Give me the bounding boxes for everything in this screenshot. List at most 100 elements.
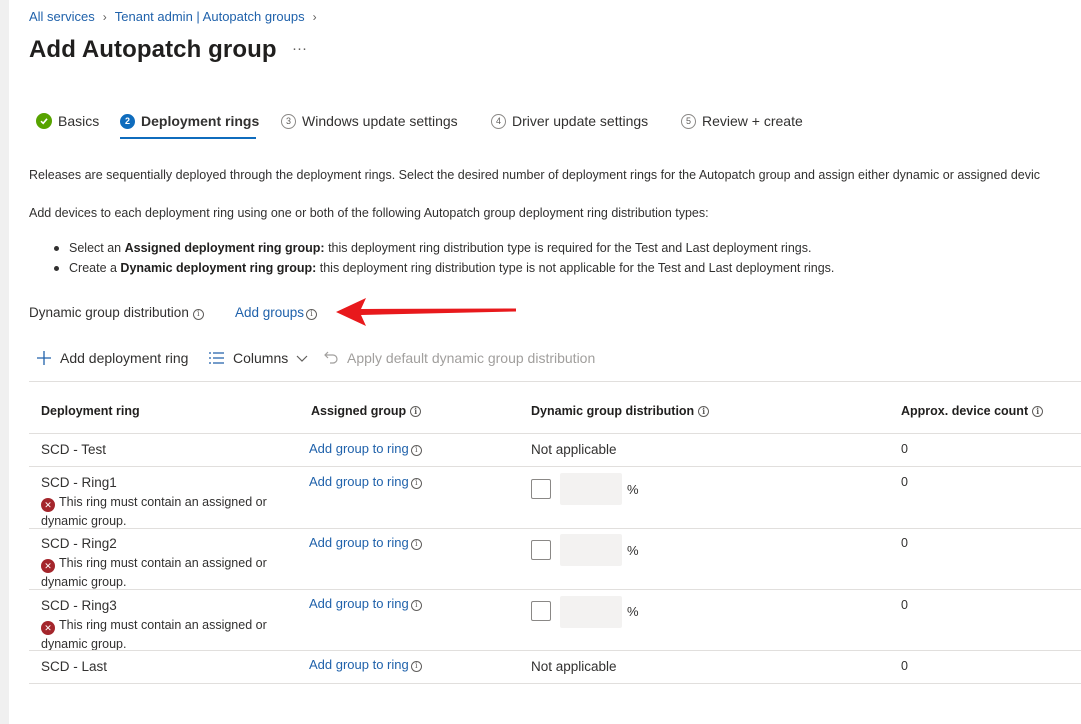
intro-paragraph-2: Add devices to each deployment ring usin…	[29, 206, 709, 220]
tab-label: Windows update settings	[302, 113, 458, 129]
link-label: Add group to ring	[309, 474, 409, 489]
red-arrow-annotation	[336, 298, 516, 326]
breadcrumb-all-services[interactable]: All services	[29, 9, 95, 24]
device-count: 0	[901, 475, 908, 489]
button-label: Columns	[233, 350, 289, 366]
divider	[29, 433, 1081, 434]
table-row-ring-name: SCD - Ring3	[41, 598, 117, 613]
header-label: Approx. device count	[901, 404, 1029, 418]
column-header-dynamic-group-distribution[interactable]: Dynamic group distribution i	[531, 404, 710, 418]
link-label: Add group to ring	[309, 596, 409, 611]
tab-driver-update-settings[interactable]: 4 Driver update settings	[491, 113, 648, 129]
columns-button[interactable]: Columns	[208, 350, 308, 366]
percent-sign: %	[627, 543, 639, 558]
bullet-bold: Assigned deployment ring group:	[124, 241, 325, 255]
info-icon[interactable]: i	[410, 405, 422, 417]
tab-label: Basics	[58, 113, 100, 129]
chevron-down-icon	[296, 355, 308, 362]
tab-label: Deployment rings	[141, 113, 260, 129]
link-label: Add group to ring	[309, 441, 409, 456]
error-icon: ✕	[41, 498, 55, 512]
left-strip	[0, 0, 9, 724]
breadcrumb-autopatch-groups[interactable]: Tenant admin | Autopatch groups	[115, 9, 305, 24]
dynamic-group-checkbox[interactable]	[531, 540, 551, 560]
ring-error-message: ✕ This ring must contain an assigned or d…	[41, 493, 291, 530]
tab-review-create[interactable]: 5 Review + create	[681, 113, 803, 129]
add-group-to-ring-link[interactable]: Add group to ring i	[309, 474, 422, 489]
info-icon[interactable]: i	[410, 477, 422, 489]
label-text: Dynamic group distribution	[29, 305, 189, 320]
add-groups-link[interactable]: Add groups i	[235, 305, 318, 320]
step-number: 3	[281, 113, 296, 129]
breadcrumb: All services › Tenant admin | Autopatch …	[29, 9, 317, 24]
step-number: 5	[681, 113, 696, 129]
dynamic-not-applicable: Not applicable	[531, 659, 617, 674]
table-row-ring-name: SCD - Ring2	[41, 536, 117, 551]
apply-default-distribution-button[interactable]: Apply default dynamic group distribution	[323, 350, 595, 366]
header-label: Assigned group	[311, 404, 407, 418]
error-text: This ring must contain an assigned or dy…	[41, 495, 267, 528]
info-icon[interactable]: i	[410, 538, 422, 550]
dynamic-not-applicable: Not applicable	[531, 442, 617, 457]
add-deployment-ring-button[interactable]: Add deployment ring	[36, 350, 188, 366]
check-icon	[36, 113, 52, 129]
device-count: 0	[901, 536, 908, 550]
error-icon: ✕	[41, 559, 55, 573]
tab-basics[interactable]: Basics	[36, 113, 99, 129]
error-text: This ring must contain an assigned or dy…	[41, 618, 267, 651]
divider	[29, 650, 1081, 651]
percentage-input[interactable]	[560, 596, 622, 628]
percent-sign: %	[627, 604, 639, 619]
step-number: 4	[491, 113, 506, 129]
tab-windows-update-settings[interactable]: 3 Windows update settings	[281, 113, 458, 129]
plus-icon	[37, 351, 51, 365]
column-header-approx-device-count[interactable]: Approx. device count i	[901, 404, 1044, 418]
info-icon[interactable]: i	[1032, 405, 1044, 417]
more-options-icon[interactable]: ···	[292, 40, 307, 57]
percentage-input[interactable]	[560, 534, 622, 566]
tab-deployment-rings[interactable]: 2 Deployment rings	[120, 113, 259, 129]
add-group-to-ring-link[interactable]: Add group to ring i	[309, 441, 422, 456]
list-item: Create a Dynamic deployment ring group: …	[52, 258, 834, 278]
add-group-to-ring-link[interactable]: Add group to ring i	[309, 535, 422, 550]
percentage-input[interactable]	[560, 473, 622, 505]
dynamic-group-checkbox[interactable]	[531, 601, 551, 621]
error-icon: ✕	[41, 621, 55, 635]
columns-icon	[209, 352, 224, 364]
add-groups-label[interactable]: Add groups	[235, 305, 304, 320]
add-group-to-ring-link[interactable]: Add group to ring i	[309, 596, 422, 611]
link-label: Add group to ring	[309, 535, 409, 550]
column-header-assigned-group[interactable]: Assigned group i	[311, 404, 422, 418]
info-icon[interactable]: i	[410, 599, 422, 611]
tab-label: Review + create	[702, 113, 803, 129]
ring-error-message: ✕ This ring must contain an assigned or d…	[41, 554, 291, 591]
bullet-text: Create a	[69, 261, 121, 275]
ring-error-message: ✕ This ring must contain an assigned or d…	[41, 616, 291, 653]
info-icon[interactable]: i	[306, 308, 318, 320]
page-title: Add Autopatch group	[29, 36, 277, 63]
error-text: This ring must contain an assigned or dy…	[41, 556, 267, 589]
divider	[29, 528, 1081, 529]
dynamic-group-distribution-label: Dynamic group distribution i	[29, 305, 204, 320]
bullet-text: Select an	[69, 241, 125, 255]
header-label: Dynamic group distribution	[531, 404, 695, 418]
chevron-right-icon: ›	[102, 9, 107, 24]
active-tab-indicator	[120, 137, 256, 139]
dynamic-group-checkbox[interactable]	[531, 479, 551, 499]
divider	[29, 589, 1081, 590]
info-icon[interactable]: i	[410, 660, 422, 672]
bullet-text: this deployment ring distribution type i…	[316, 261, 835, 275]
bullet-text: this deployment ring distribution type i…	[324, 241, 812, 255]
undo-icon	[324, 351, 338, 364]
add-group-to-ring-link[interactable]: Add group to ring i	[309, 657, 422, 672]
arrow-shape	[336, 298, 516, 326]
distribution-types-list: Select an Assigned deployment ring group…	[52, 238, 834, 278]
info-icon[interactable]: i	[698, 405, 710, 417]
bullet-bold: Dynamic deployment ring group:	[120, 261, 317, 275]
info-icon[interactable]: i	[410, 444, 422, 456]
link-label: Add group to ring	[309, 657, 409, 672]
table-row-ring-name: SCD - Last	[41, 659, 108, 674]
column-header-deployment-ring[interactable]: Deployment ring	[41, 404, 140, 418]
info-icon[interactable]: i	[192, 308, 204, 320]
table-row-ring-name: SCD - Ring1	[41, 475, 117, 490]
